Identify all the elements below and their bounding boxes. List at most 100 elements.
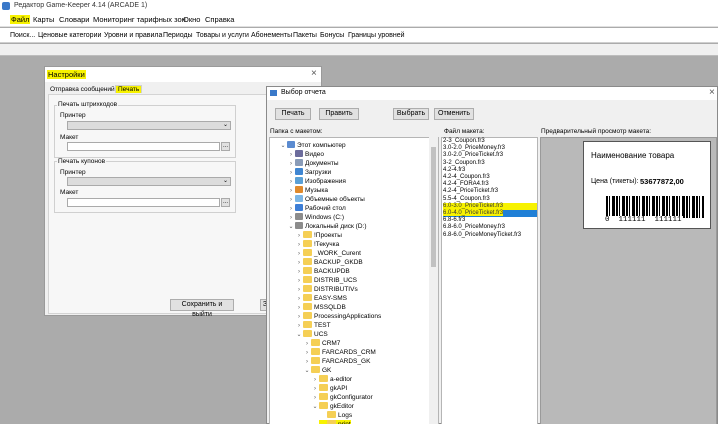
file-list-item[interactable]: 4.2-4_PriceTicket.fr3: [443, 188, 537, 195]
tree-item[interactable]: › gkConfigurator: [311, 392, 373, 402]
file-list-item[interactable]: 4.2-4_FORA4.fr3: [443, 181, 537, 188]
toolbar-level-bounds[interactable]: Границы уровней: [348, 32, 405, 39]
tree-item[interactable]: › BACKUPDB: [295, 266, 350, 276]
toolbar-levels-rules[interactable]: Уровни и правила: [104, 32, 162, 39]
file-list-item[interactable]: 3.0-2.0_PriceTicket.fr3: [443, 152, 537, 159]
tree-item[interactable]: ⌄ UCS: [295, 329, 328, 340]
menu-dictionaries[interactable]: Словари: [59, 15, 89, 24]
toolbar-packages[interactable]: Пакеты: [293, 32, 317, 39]
file-name: 4.2-4.fr3: [443, 166, 466, 173]
tree-item[interactable]: Logs: [319, 410, 352, 420]
tree-item[interactable]: › CRM7: [303, 338, 340, 348]
chevron-down-icon[interactable]: ⌄: [287, 223, 295, 232]
file-list-item[interactable]: 6.8-6.fr3: [443, 217, 537, 224]
tree-item[interactable]: › TEST: [295, 320, 331, 330]
coupon-layout-field[interactable]: [67, 198, 220, 207]
menu-window[interactable]: Окно: [183, 15, 200, 24]
toolbar-price-categories[interactable]: Ценовые категории: [38, 32, 101, 39]
file-list-item[interactable]: 3.0-2.0_PriceMoney.fr3: [443, 145, 537, 152]
tree-item[interactable]: › gkAPI: [311, 383, 347, 393]
menu-monitoring[interactable]: Мониторинг тарифных зон: [93, 15, 186, 24]
file-list-item[interactable]: 3-2_Coupon.fr3: [443, 160, 537, 167]
file-list-item[interactable]: 6.8-6.0_PriceMoney.fr3: [443, 224, 537, 231]
save-and-exit-button[interactable]: Сохранить и выйти: [170, 299, 234, 318]
print-button[interactable]: Печать: [275, 108, 311, 120]
tree-item[interactable]: › Музыка: [287, 185, 328, 195]
tree-item[interactable]: › FARCARDS_GK: [303, 356, 370, 366]
toolbar-bonuses[interactable]: Бонусы: [320, 32, 344, 39]
toolbar-search[interactable]: Поиск...: [10, 32, 35, 39]
tree-item-label: Музыка: [305, 187, 328, 194]
coupon-layout-browse-button[interactable]: ...: [221, 198, 230, 207]
tree-item[interactable]: › Объемные объекты: [287, 194, 365, 204]
folder-tree-scroll-thumb[interactable]: [431, 147, 436, 267]
file-list-item[interactable]: 6.8-6.0_PriceMoneyTicket.fr3: [443, 232, 537, 239]
select-button[interactable]: Выбрать: [393, 108, 429, 120]
tree-item[interactable]: ⌄ gkEditor: [311, 401, 354, 412]
file-list-item[interactable]: 4.2-4.fr3: [443, 167, 537, 174]
barcode-printer-select[interactable]: ⌄: [67, 121, 231, 130]
computer-icon: [287, 140, 295, 148]
tree-item-label: _WORK_Curent: [314, 250, 361, 257]
settings-close-icon[interactable]: ×: [311, 68, 317, 79]
file-list-item[interactable]: 5.5-4_Coupon.fr3: [443, 196, 537, 203]
file-list-item[interactable]: 6.0-4.0_PriceTicket.fr3: [443, 210, 537, 217]
tree-item[interactable]: › ProcessingApplications: [295, 311, 381, 321]
tree-item[interactable]: › DISTRIBUTIVs: [295, 284, 358, 294]
tree-item-label: MSSQLDB: [314, 304, 346, 311]
tree-item-label: Видео: [305, 151, 324, 158]
tree-item[interactable]: › Видео: [287, 149, 324, 159]
tab-print[interactable]: Печать: [115, 85, 143, 93]
tree-item[interactable]: › a-editor: [311, 374, 352, 384]
tree-item[interactable]: › Рабочий стол: [287, 203, 346, 213]
menu-file[interactable]: Файл: [10, 15, 31, 24]
menu-help[interactable]: Справка: [205, 15, 234, 24]
tree-item[interactable]: ⌄ Локальный диск (D:): [287, 221, 367, 232]
chevron-down-icon[interactable]: ⌄: [303, 367, 311, 376]
tree-item[interactable]: › DISTRIB_UCS: [295, 275, 357, 285]
barcode-layout-browse-button[interactable]: ...: [221, 142, 230, 151]
edit-button[interactable]: Править: [319, 108, 359, 120]
tree-item[interactable]: › BACKUP_GKDB: [295, 257, 363, 267]
tree-item[interactable]: ⌄ Этот компьютер: [279, 140, 346, 151]
folder-icon: [303, 275, 312, 283]
tree-item[interactable]: › FARCARDS_CRM: [303, 347, 376, 357]
cancel-button[interactable]: Отменить: [434, 108, 474, 120]
preview-product-name: Наименование товара: [591, 151, 675, 160]
barcode-group-title: Печать штрихкодов: [57, 101, 119, 108]
tree-item[interactable]: › Изображения: [287, 176, 346, 186]
toolbar-periods[interactable]: Периоды: [163, 32, 193, 39]
tree-item[interactable]: › Windows (C:): [287, 212, 344, 222]
toolbar-subscriptions[interactable]: Абонементы: [251, 32, 292, 39]
tree-item-label: FARCARDS_CRM: [322, 349, 376, 356]
barcode-digits: 0 111111 111111: [604, 216, 683, 224]
tree-item[interactable]: › MSSQLDB: [295, 302, 346, 312]
tree-item-label: DISTRIBUTIVs: [314, 286, 358, 293]
chevron-down-icon[interactable]: ⌄: [311, 403, 319, 412]
barcode-layout-field[interactable]: [67, 142, 220, 151]
tree-item[interactable]: › !Проекты: [295, 230, 342, 240]
chevron-down-icon[interactable]: ⌄: [295, 331, 303, 340]
tree-item[interactable]: print: [319, 419, 351, 424]
coupon-printer-select[interactable]: ⌄: [67, 177, 231, 186]
tree-item[interactable]: › _WORK_Curent: [295, 248, 361, 258]
tree-item[interactable]: › EASY-SMS: [295, 293, 347, 303]
tree-item[interactable]: › Документы: [287, 158, 339, 168]
chevron-down-icon[interactable]: ⌄: [279, 142, 287, 151]
file-list-item[interactable]: 4.2-4_Coupon.fr3: [443, 174, 537, 181]
folder-icon: [303, 230, 312, 238]
menu-cards[interactable]: Карты: [33, 15, 54, 24]
file-list-item[interactable]: 2-3_Coupon.fr3: [443, 138, 537, 145]
folder-icon: [303, 257, 312, 265]
tab-messages[interactable]: Отправка сообщений: [50, 86, 115, 93]
folder-tree-scrollbar[interactable]: [429, 137, 438, 424]
file-list-item[interactable]: 6.0-3.0_PriceTicket.fr3: [443, 202, 537, 210]
toolbar-goods-services[interactable]: Товары и услуги: [196, 32, 249, 39]
folder-icon: [303, 320, 312, 328]
tree-item-label: gkConfigurator: [330, 394, 373, 401]
tree-item[interactable]: ⌄ GK: [303, 365, 331, 376]
tree-item[interactable]: › Загрузки: [287, 167, 331, 177]
tree-item-label: EASY-SMS: [314, 295, 347, 302]
report-close-icon[interactable]: ×: [709, 87, 715, 98]
tree-item[interactable]: › !Текучка: [295, 239, 339, 249]
